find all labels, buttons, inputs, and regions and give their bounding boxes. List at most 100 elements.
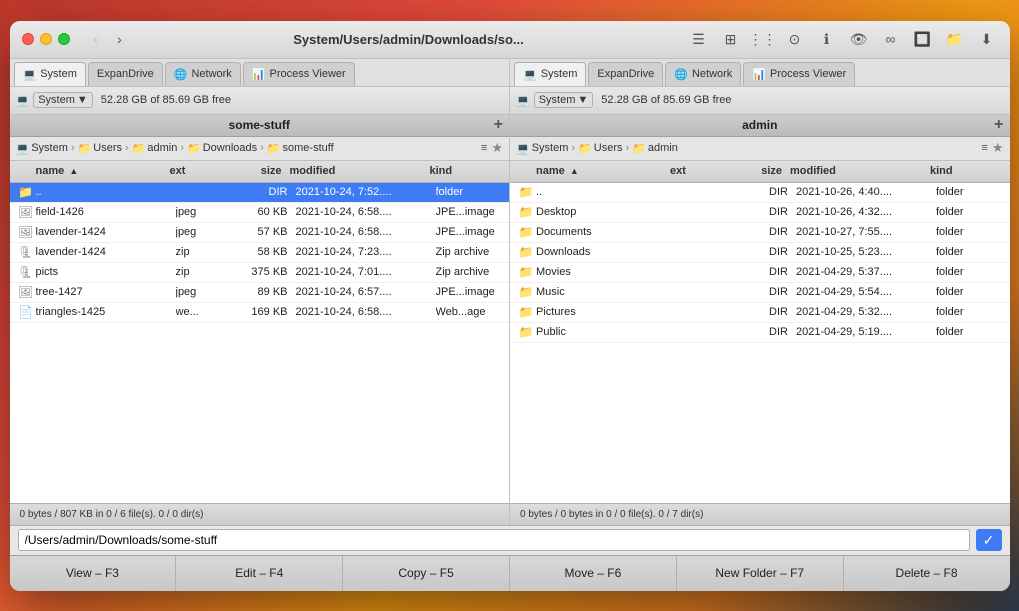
table-row[interactable]: 📁 Movies DIR 2021-04-29, 5:37.... folder: [510, 263, 1010, 283]
table-row[interactable]: 📁 .. DIR 2021-10-26, 4:40.... folder: [510, 183, 1010, 203]
table-row[interactable]: 📁 Documents DIR 2021-10-27, 7:55.... fol…: [510, 223, 1010, 243]
left-col-ext[interactable]: ext: [170, 165, 220, 177]
right-drive-select[interactable]: System ▼: [534, 92, 594, 108]
file-modified: 2021-10-24, 7:01....: [296, 266, 436, 278]
file-name: Downloads: [536, 246, 676, 258]
file-kind: JPE...image: [436, 286, 510, 298]
left-col-kind[interactable]: kind: [430, 165, 510, 177]
right-tab-expandrive[interactable]: ExpanDrive: [588, 62, 663, 86]
left-drive-icon: 💻: [16, 94, 30, 107]
file-modified: 2021-04-29, 5:54....: [796, 286, 936, 298]
file-size: DIR: [726, 326, 796, 338]
bc-admin-right[interactable]: 📁 admin: [632, 142, 678, 155]
table-row[interactable]: 📁 Desktop DIR 2021-10-26, 4:32.... folde…: [510, 203, 1010, 223]
file-name: field-1426: [36, 206, 176, 218]
close-button[interactable]: [22, 33, 34, 45]
copy-button[interactable]: Copy – F5: [343, 556, 510, 591]
list-view-icon[interactable]: ☰: [688, 28, 710, 50]
file-ext: zip: [176, 266, 226, 278]
table-row[interactable]: 📁 .. DIR 2021-10-24, 7:52.... folder: [10, 183, 510, 203]
table-row[interactable]: 🗜 lavender-1424 zip 58 KB 2021-10-24, 7:…: [10, 243, 510, 263]
right-tab-network[interactable]: 🌐 Network: [665, 62, 741, 86]
delete-button[interactable]: Delete – F8: [844, 556, 1010, 591]
file-type-icon: 📄: [16, 305, 36, 319]
bc-somestuff-left[interactable]: 📁 some-stuff: [267, 142, 334, 155]
view-button[interactable]: View – F3: [10, 556, 177, 591]
left-favorite-icon[interactable]: ★: [491, 140, 503, 156]
left-col-modified[interactable]: modified: [290, 165, 430, 177]
table-row[interactable]: 📁 Public DIR 2021-04-29, 5:19.... folder: [510, 323, 1010, 343]
table-row[interactable]: 📄 triangles-1425 we... 169 KB 2021-10-24…: [10, 303, 510, 323]
right-bc-end: ≡ ★: [981, 140, 1003, 156]
left-add-tab-button[interactable]: +: [494, 117, 503, 133]
left-col-size[interactable]: size: [220, 165, 290, 177]
table-row[interactable]: 📁 Music DIR 2021-04-29, 5:54.... folder: [510, 283, 1010, 303]
eye-icon[interactable]: 👁: [848, 28, 870, 50]
path-input[interactable]: [18, 529, 970, 551]
link-icon[interactable]: ∞: [880, 28, 902, 50]
table-row[interactable]: 📁 Pictures DIR 2021-04-29, 5:32.... fold…: [510, 303, 1010, 323]
left-tab-system[interactable]: 💻 System: [14, 62, 86, 86]
file-ext: jpeg: [176, 286, 226, 298]
right-favorite-icon[interactable]: ★: [992, 140, 1004, 156]
info-icon[interactable]: ℹ: [816, 28, 838, 50]
right-col-name[interactable]: name ▲: [510, 165, 670, 177]
column-view-icon[interactable]: ⊞: [720, 28, 742, 50]
left-drive-select[interactable]: System ▼: [33, 92, 93, 108]
file-modified: 2021-10-24, 6:58....: [296, 206, 436, 218]
right-col-size[interactable]: size: [720, 165, 790, 177]
left-tabs-bar: 💻 System ExpanDrive 🌐 Network 📊 Process …: [10, 59, 510, 87]
clip-icon[interactable]: 🔲: [912, 28, 934, 50]
left-view-toggle-icon[interactable]: ≡: [481, 142, 487, 154]
download-icon[interactable]: ⬇: [976, 28, 998, 50]
bc-downloads-left[interactable]: 📁 Downloads: [187, 142, 257, 155]
edit-button[interactable]: Edit – F4: [176, 556, 343, 591]
right-col-headers: name ▲ ext size modified kind: [510, 161, 1010, 183]
right-col-kind[interactable]: kind: [930, 165, 1010, 177]
toggle-icon[interactable]: ⊙: [784, 28, 806, 50]
maximize-button[interactable]: [58, 33, 70, 45]
table-row[interactable]: 🖼 lavender-1424 jpeg 57 KB 2021-10-24, 6…: [10, 223, 510, 243]
right-view-toggle-icon[interactable]: ≡: [981, 142, 987, 154]
path-go-button[interactable]: ✓: [976, 529, 1002, 551]
bc-system-left[interactable]: 💻 System: [16, 142, 68, 155]
grid-view-icon[interactable]: ⋮⋮: [752, 28, 774, 50]
right-tab-process[interactable]: 📊 Process Viewer: [743, 62, 855, 86]
table-row[interactable]: 🖼 field-1426 jpeg 60 KB 2021-10-24, 6:58…: [10, 203, 510, 223]
left-col-name[interactable]: name ▲: [10, 165, 170, 177]
file-name: Desktop: [536, 206, 676, 218]
minimize-button[interactable]: [40, 33, 52, 45]
new-folder-button[interactable]: New Folder – F7: [677, 556, 844, 591]
right-col-modified[interactable]: modified: [790, 165, 930, 177]
file-type-icon: 🗜: [16, 265, 36, 279]
table-row[interactable]: 🗜 picts zip 375 KB 2021-10-24, 7:01.... …: [10, 263, 510, 283]
left-breadcrumb: 💻 System › 📁 Users › 📁 admin › 📁 Downloa…: [10, 137, 510, 161]
bc-users-right[interactable]: 📁 Users: [578, 142, 622, 155]
bottom-toolbar: View – F3 Edit – F4 Copy – F5 Move – F6 …: [10, 555, 1010, 591]
file-size: DIR: [726, 266, 796, 278]
network-icon-left: 🌐: [174, 68, 188, 81]
file-modified: 2021-10-27, 7:55....: [796, 226, 936, 238]
right-tab-system[interactable]: 💻 System: [514, 62, 586, 86]
forward-button[interactable]: ›: [110, 29, 130, 49]
bc-admin-left[interactable]: 📁 admin: [132, 142, 178, 155]
file-type-icon: 📁: [516, 325, 536, 339]
file-name: Documents: [536, 226, 676, 238]
move-button[interactable]: Move – F6: [510, 556, 677, 591]
file-type-icon: 🖼: [16, 205, 36, 219]
left-pane-title: some-stuff: [229, 118, 290, 132]
left-bc-end: ≡ ★: [481, 140, 503, 156]
left-tab-network[interactable]: 🌐 Network: [165, 62, 241, 86]
left-tab-expandrive[interactable]: ExpanDrive: [88, 62, 163, 86]
right-add-tab-button[interactable]: +: [994, 117, 1003, 133]
folder-icon[interactable]: 📁: [944, 28, 966, 50]
back-button[interactable]: ‹: [86, 29, 106, 49]
bc-system-right[interactable]: 💻 System: [516, 142, 568, 155]
file-modified: 2021-04-29, 5:37....: [796, 266, 936, 278]
table-row[interactable]: 🖼 tree-1427 jpeg 89 KB 2021-10-24, 6:57.…: [10, 283, 510, 303]
right-col-ext[interactable]: ext: [670, 165, 720, 177]
left-tab-process[interactable]: 📊 Process Viewer: [243, 62, 355, 86]
bc-users-left[interactable]: 📁 Users: [78, 142, 122, 155]
bc-sep-r1: ›: [571, 142, 575, 154]
table-row[interactable]: 📁 Downloads DIR 2021-10-25, 5:23.... fol…: [510, 243, 1010, 263]
